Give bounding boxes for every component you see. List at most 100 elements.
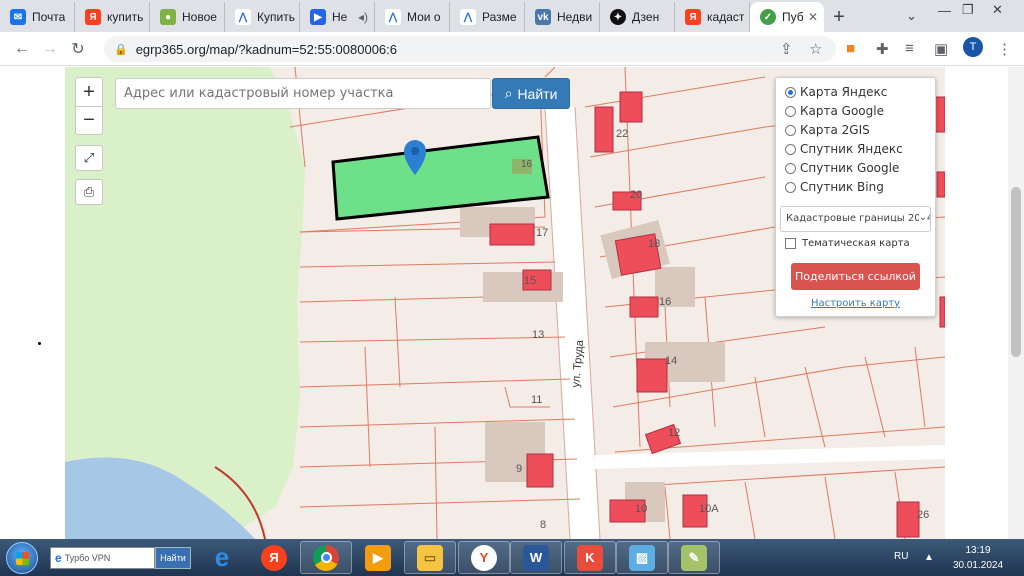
boundary-select[interactable]: Кадастровые границы 2024 ⌄ xyxy=(780,206,931,232)
taskbar-explorer[interactable]: ▭ xyxy=(404,541,456,574)
radio-selected[interactable] xyxy=(785,86,796,98)
house-number: 13 xyxy=(532,329,545,341)
tab-yandex-search[interactable]: Якупить xyxy=(75,2,150,32)
marker-center xyxy=(411,147,419,155)
thematic-map-option[interactable]: Тематическая карта xyxy=(785,238,910,249)
taskbar-yandex-browser[interactable]: Y xyxy=(458,541,510,574)
restore-icon[interactable]: ❐ xyxy=(962,0,974,20)
print-icon[interactable]: ⎙ xyxy=(75,179,103,205)
clock-time: 13:19 xyxy=(965,545,991,556)
layer-option[interactable]: Карта 2GIS xyxy=(785,123,870,137)
media-player-icon: ▶ xyxy=(365,544,391,571)
layer-option[interactable]: Карта Google xyxy=(785,104,884,118)
house-number: 8 xyxy=(540,519,547,531)
clock-date: 30.01.2024 xyxy=(952,560,1004,571)
menu-kebab-icon[interactable]: ⋮ xyxy=(997,40,1012,58)
tab-avito-buy[interactable]: ⋀ Купить xyxy=(225,2,300,32)
new-tab-button[interactable]: + xyxy=(824,2,854,32)
clock[interactable]: 13:19 30.01.2024 xyxy=(950,545,1006,576)
layer-option[interactable]: Спутник Яндекс xyxy=(785,142,903,156)
tab-search-icon[interactable]: ⌄ xyxy=(906,6,917,26)
taskbar-app[interactable]: K xyxy=(564,541,616,574)
reload-icon[interactable]: ↻ xyxy=(64,39,92,59)
taskbar-photos[interactable]: ▨ xyxy=(616,541,668,574)
tab-yandex-cadastr[interactable]: Якадаст xyxy=(675,2,750,32)
house-number: 10А xyxy=(699,503,719,515)
page-viewport: 22 20 18 17 16 15 14 13 12 11 10 10А 9 8… xyxy=(0,67,1024,539)
radio[interactable] xyxy=(785,181,796,193)
layer-option[interactable]: Карта Яндекс xyxy=(785,85,887,99)
taskbar-paint[interactable]: ✎ xyxy=(668,541,720,574)
language-indicator[interactable]: RU xyxy=(894,551,908,576)
media-icon[interactable]: ≡ xyxy=(905,40,914,57)
picture-icon: ▨ xyxy=(629,544,655,571)
scrollbar-thumb[interactable] xyxy=(1011,187,1021,357)
url-text: egrp365.org/map/?kadnum=52:55:0080006:6 xyxy=(135,41,397,57)
extension-icon[interactable]: ■ xyxy=(846,40,855,57)
word-icon: W xyxy=(523,544,549,571)
taskbar-word[interactable]: W xyxy=(510,541,562,574)
browser-toolbar: ← → ↻ 🔒 egrp365.org/map/?kadnum=52:55:00… xyxy=(0,32,1024,66)
selected-parcel[interactable] xyxy=(331,135,550,221)
app-icon: ● xyxy=(160,9,176,25)
zoom-in-button[interactable]: + xyxy=(76,78,102,106)
tab-dzen[interactable]: ✦ Дзен xyxy=(600,2,675,32)
tab-video[interactable]: ▶ Не ◂) xyxy=(300,2,375,32)
tab-avito-my[interactable]: ⋀ Мои о xyxy=(375,2,450,32)
layer-option[interactable]: Спутник Bing xyxy=(785,180,884,194)
taskbar-yandex[interactable]: Я xyxy=(248,541,300,574)
share-icon[interactable]: ⇪ xyxy=(780,40,793,58)
page-scrollbar[interactable] xyxy=(1008,67,1024,539)
tray-arrow-icon[interactable]: ▲ xyxy=(924,552,934,576)
avito-icon: ⋀ xyxy=(385,9,401,25)
tab-mail[interactable]: ✉ Почта xyxy=(0,2,75,32)
windows-taskbar: e Турбо VPN Найти e Я ▶ ▭ Y W K ▨ ✎ RU ▲ … xyxy=(0,539,1024,576)
house-number: 14 xyxy=(665,355,678,367)
radio[interactable] xyxy=(785,162,796,174)
stray-dot xyxy=(38,342,41,345)
search-input[interactable] xyxy=(115,78,491,109)
tab-active[interactable]: ✓ Пуб ✕ xyxy=(750,2,824,32)
taskbar-media[interactable]: ▶ xyxy=(352,541,404,574)
yandex-icon: Я xyxy=(685,9,701,25)
address-bar[interactable]: 🔒 egrp365.org/map/?kadnum=52:55:0080006:… xyxy=(104,36,836,62)
radio[interactable] xyxy=(785,124,796,136)
taskbar-search-button[interactable]: Найти xyxy=(155,547,191,569)
sidepanel-icon[interactable]: ▣ xyxy=(934,40,948,58)
house-number: 16 xyxy=(521,159,533,170)
house-number: 9 xyxy=(516,463,523,475)
start-button[interactable] xyxy=(6,542,38,574)
bookmark-star-icon[interactable]: ☆ xyxy=(809,40,822,58)
radio[interactable] xyxy=(785,105,796,117)
house-number: 11 xyxy=(531,394,543,406)
lock-icon: 🔒 xyxy=(114,43,128,56)
mail-icon: ✉ xyxy=(10,9,26,25)
close-window-icon[interactable]: ✕ xyxy=(992,0,1003,20)
zoom-out-button[interactable]: − xyxy=(76,106,102,134)
puzzle-icon[interactable]: ✚ xyxy=(876,40,889,58)
taskbar-chrome[interactable] xyxy=(300,541,352,574)
fullscreen-icon[interactable]: ⤢ xyxy=(75,145,103,171)
configure-map-link[interactable]: Настроить карту xyxy=(776,298,935,309)
checkbox[interactable] xyxy=(785,238,796,249)
radio[interactable] xyxy=(785,143,796,155)
chevron-down-icon: ⌄ xyxy=(918,212,927,223)
search-button[interactable]: ⌕ Найти xyxy=(492,78,570,109)
tab-vk[interactable]: vk Недви xyxy=(525,2,600,32)
close-icon[interactable]: ✕ xyxy=(808,10,818,24)
minimize-icon[interactable]: — xyxy=(938,0,951,20)
taskbar-ie[interactable]: e xyxy=(196,541,248,574)
tab-new[interactable]: ● Новое xyxy=(150,2,225,32)
layer-panel: Карта Яндекс Карта Google Карта 2GIS Спу… xyxy=(775,77,936,317)
tab-avito-post[interactable]: ⋀ Разме xyxy=(450,2,525,32)
profile-avatar[interactable]: T xyxy=(963,37,983,57)
share-link-button[interactable]: Поделиться ссылкой xyxy=(791,263,920,290)
layer-option[interactable]: Спутник Google xyxy=(785,161,899,175)
house-number: 10 xyxy=(635,503,648,515)
video-icon: ▶ xyxy=(310,9,326,25)
app-icon: K xyxy=(577,544,603,571)
yandex-icon: Я xyxy=(85,9,101,25)
taskbar-search-input[interactable]: e Турбо VPN xyxy=(50,547,155,569)
forward-icon[interactable]: → xyxy=(36,40,64,58)
back-icon[interactable]: ← xyxy=(8,40,36,58)
